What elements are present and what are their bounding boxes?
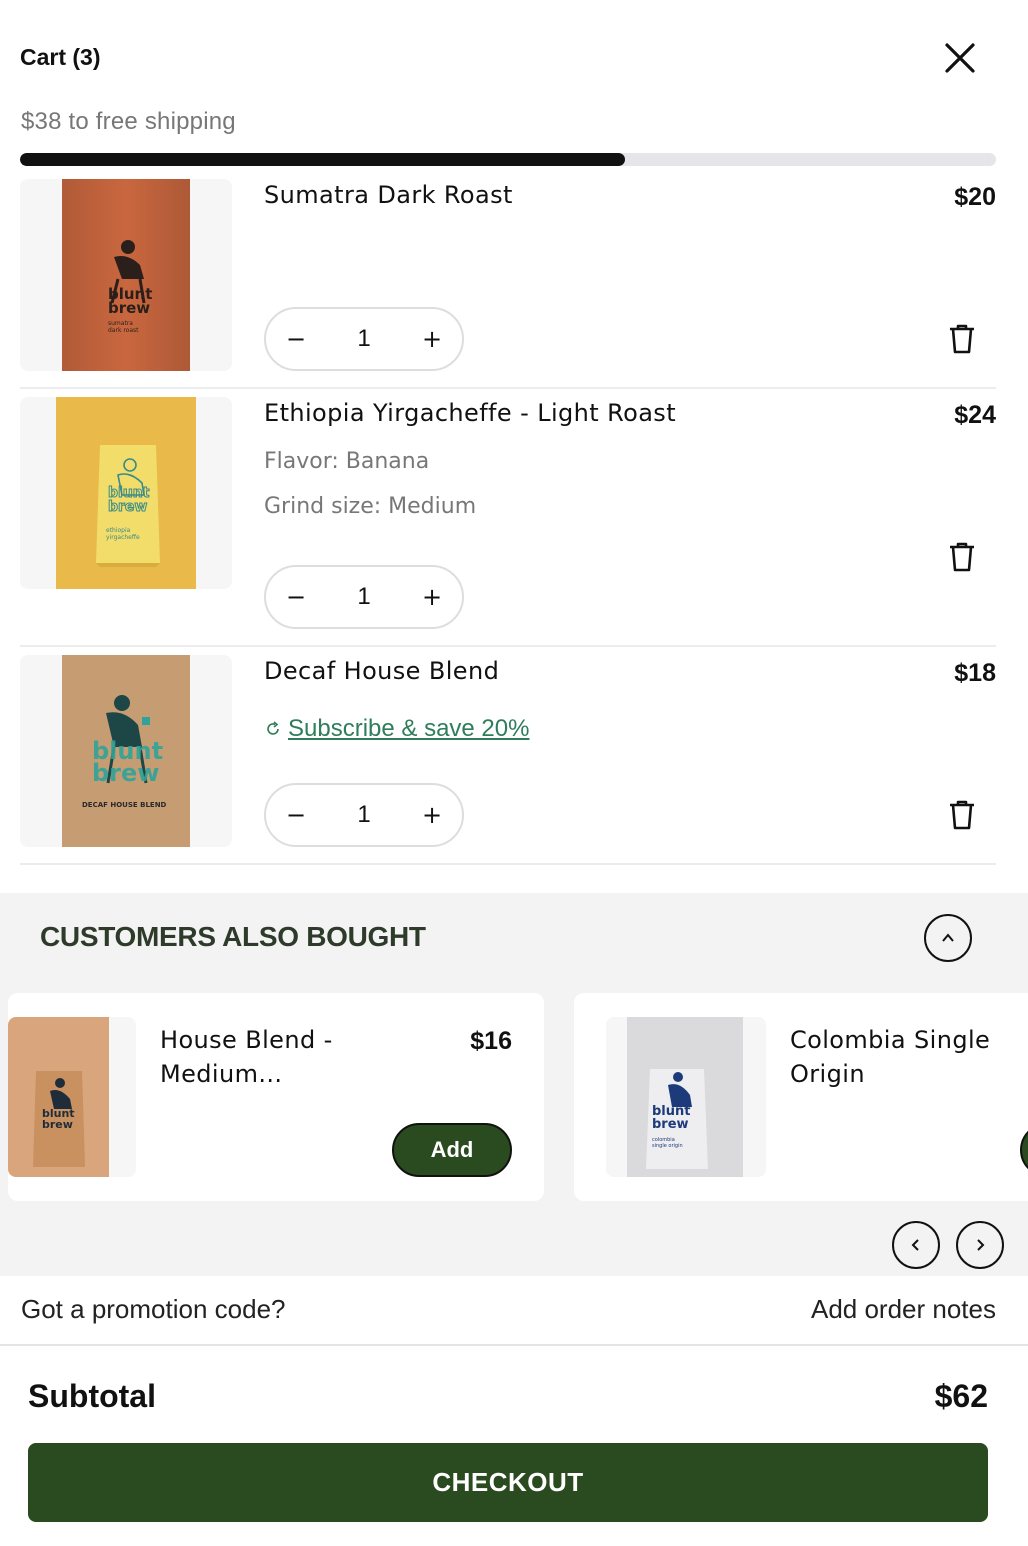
quantity-value[interactable]: 1 [357, 583, 370, 611]
promotion-code-link[interactable]: Got a promotion code? [21, 1294, 286, 1325]
svg-text:yirgacheffe: yirgacheffe [106, 534, 140, 541]
increase-quantity-button[interactable]: + [422, 324, 442, 354]
shipping-progress-fill [20, 153, 626, 166]
item-price: $18 [954, 659, 996, 687]
upsell-product-card: blunt brew House Blend - Medium... $16 A… [8, 993, 544, 1201]
coffee-bag-image: blunt brew DECAF HOUSE BLEND [62, 655, 190, 847]
item-name[interactable]: Sumatra Dark Roast [264, 181, 513, 209]
svg-text:brew: brew [108, 499, 147, 515]
item-flavor: Flavor: Banana [264, 449, 430, 474]
product-image: blunt brew sumatra dark roast [20, 179, 232, 371]
item-name[interactable]: Decaf House Blend [264, 657, 499, 685]
svg-text:brew: brew [108, 299, 150, 317]
svg-text:brew: brew [652, 1117, 689, 1132]
chevron-left-icon [911, 1239, 919, 1251]
svg-text:dark roast: dark roast [108, 327, 139, 334]
checkout-button[interactable]: CHECKOUT [28, 1443, 988, 1522]
upsell-product-name[interactable]: Colombia Single Origin [790, 1023, 1010, 1091]
cart-item: blunt brew DECAF HOUSE BLEND Decaf House… [20, 655, 996, 865]
upsell-product-price: $16 [470, 1027, 512, 1055]
trash-icon[interactable] [946, 799, 978, 831]
cart-title: Cart (3) [20, 44, 101, 70]
coffee-bag-image: blunt brew sumatra dark roast [62, 179, 190, 371]
coffee-bag-image: blunt brew ethiopia yirgacheffe [56, 397, 196, 589]
subtotal-label: Subtotal [28, 1378, 156, 1414]
svg-text:brew: brew [42, 1118, 73, 1131]
increase-quantity-button[interactable]: + [422, 582, 442, 612]
quantity-stepper: − 1 + [264, 783, 464, 847]
carousel-prev-button[interactable] [892, 1221, 940, 1269]
divider [0, 1344, 1028, 1346]
item-price: $20 [954, 183, 996, 211]
product-image: blunt brew ethiopia yirgacheffe [20, 397, 232, 589]
decrease-quantity-button[interactable]: − [286, 324, 306, 354]
svg-text:brew: brew [92, 759, 159, 787]
subscribe-link[interactable]: Subscribe & save 20% [264, 715, 529, 743]
quantity-value[interactable]: 1 [357, 801, 370, 829]
upsell-product-card: blunt brew colombia single origin Colomb… [574, 993, 1028, 1201]
subscribe-label[interactable]: Subscribe & save 20% [288, 715, 529, 743]
cart-item: blunt brew sumatra dark roast Sumatra Da… [20, 179, 996, 389]
upsell-product-name[interactable]: House Blend - Medium... [160, 1023, 350, 1091]
cart-item: blunt brew ethiopia yirgacheffe Ethiopia… [20, 397, 996, 647]
customers-also-bought-section: CUSTOMERS ALSO BOUGHT blunt brew House B… [0, 893, 1028, 1276]
collapse-button[interactable] [924, 914, 972, 962]
trash-icon[interactable] [946, 541, 978, 573]
upsell-title: CUSTOMERS ALSO BOUGHT [40, 921, 426, 952]
close-icon[interactable] [944, 42, 976, 74]
coffee-bag-image: blunt brew [8, 1017, 136, 1177]
product-image: blunt brew DECAF HOUSE BLEND [20, 655, 232, 847]
quantity-value[interactable]: 1 [357, 325, 370, 353]
trash-icon[interactable] [946, 323, 978, 355]
upsell-product-image: blunt brew [8, 1017, 136, 1177]
chevron-right-icon [977, 1239, 985, 1251]
decrease-quantity-button[interactable]: − [286, 582, 306, 612]
upsell-product-image: blunt brew colombia single origin [606, 1017, 766, 1177]
svg-text:DECAF HOUSE BLEND: DECAF HOUSE BLEND [82, 801, 167, 809]
svg-text:single origin: single origin [652, 1143, 683, 1149]
item-price: $24 [954, 401, 996, 429]
quantity-stepper: − 1 + [264, 565, 464, 629]
decrease-quantity-button[interactable]: − [286, 800, 306, 830]
svg-text:ethiopia: ethiopia [106, 527, 131, 534]
quantity-stepper: − 1 + [264, 307, 464, 371]
item-name[interactable]: Ethiopia Yirgacheffe - Light Roast [264, 399, 676, 427]
refresh-icon [267, 721, 279, 735]
add-to-cart-button[interactable]: Add [392, 1123, 512, 1177]
increase-quantity-button[interactable]: + [422, 800, 442, 830]
carousel-next-button[interactable] [956, 1221, 1004, 1269]
free-shipping-message: $38 to free shipping [21, 108, 236, 135]
coffee-bag-image: blunt brew colombia single origin [606, 1017, 766, 1177]
close-button[interactable] [938, 36, 982, 80]
chevron-up-icon [942, 933, 954, 942]
subtotal-value: $62 [934, 1378, 988, 1414]
svg-text:sumatra: sumatra [108, 320, 133, 327]
shipping-progress-bar [20, 153, 996, 166]
add-to-cart-button[interactable] [1020, 1123, 1028, 1177]
order-notes-link[interactable]: Add order notes [811, 1294, 996, 1325]
item-grind-size: Grind size: Medium [264, 494, 477, 519]
